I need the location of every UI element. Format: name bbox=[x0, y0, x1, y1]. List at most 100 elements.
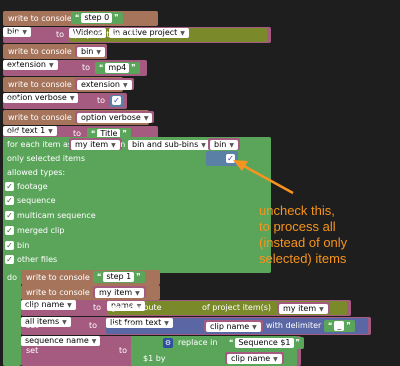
variable-slot[interactable]: clip name ▼ bbox=[225, 352, 284, 364]
string-slot[interactable]: ❝ step 1 ❞ bbox=[93, 271, 145, 283]
text-field[interactable]: step 1 bbox=[103, 272, 135, 282]
to-label: to bbox=[89, 321, 98, 330]
only-selected-checkbox[interactable]: ✓ bbox=[226, 154, 235, 163]
chevron-down-icon: ▼ bbox=[201, 142, 206, 149]
text-field[interactable]: Sequence $1 bbox=[235, 338, 294, 348]
chevron-down-icon: ▼ bbox=[135, 290, 140, 297]
set-variable-block[interactable]: set extension ▼ to ❝ mp4 ❞ bbox=[3, 60, 147, 76]
make-label: make bbox=[112, 321, 134, 330]
annotation-text: uncheck this, to process all (instead of… bbox=[259, 203, 347, 267]
variable-dropdown[interactable]: my item ▼ bbox=[71, 140, 120, 150]
merged-clip-label: merged clip bbox=[17, 226, 65, 235]
variable-slot[interactable]: my item ▼ bbox=[69, 138, 122, 150]
get-attribute-block[interactable]: get attribute name ▼ of project item(s) m… bbox=[107, 301, 347, 315]
chevron-down-icon: ▼ bbox=[22, 29, 27, 36]
chevron-down-icon: ▼ bbox=[67, 302, 72, 309]
set-variable-block[interactable]: set option verbose ▼ to ✓ bbox=[3, 93, 127, 109]
variable-dropdown[interactable]: bin ▼ bbox=[77, 47, 105, 57]
text-field[interactable]: mp4 bbox=[105, 63, 130, 73]
variable-slot[interactable]: my item ▼ bbox=[93, 286, 146, 298]
set-label: set bbox=[8, 63, 21, 72]
write-console-label: write to console bbox=[26, 273, 90, 282]
chevron-down-icon: ▼ bbox=[143, 115, 149, 122]
variable-dropdown[interactable]: bin ▼ bbox=[210, 140, 238, 150]
variable-name: bin bbox=[214, 140, 227, 149]
variable-name: my item bbox=[75, 140, 109, 149]
text-field[interactable]: step 0 bbox=[81, 13, 113, 23]
chevron-down-icon: ▼ bbox=[49, 62, 54, 69]
make-list-block[interactable]: make list from text ▼ clip name ▼ with del… bbox=[106, 318, 368, 334]
write-console-label: write to console bbox=[8, 14, 72, 23]
write-console-block[interactable]: write to console bin ▼ bbox=[3, 44, 107, 59]
mode-value: bin and sub-bins bbox=[132, 140, 199, 149]
variable-dropdown[interactable]: my item ▼ bbox=[279, 304, 328, 314]
write-console-block[interactable]: write to console ❝ step 0 ❞ bbox=[3, 11, 158, 26]
by-label: $1 by bbox=[143, 354, 166, 363]
to-label: to bbox=[93, 303, 102, 312]
set-variable-block[interactable]: set sequence name ▼ to ⚙ replace in ❝ Sequ… bbox=[21, 336, 304, 366]
variable-name: my item bbox=[99, 288, 133, 297]
chevron-down-icon: ▼ bbox=[273, 356, 278, 363]
replace-block[interactable]: ⚙ replace in ❝ Sequence $1 ❞ $1 by clip na… bbox=[131, 336, 304, 366]
chevron-down-icon: ▼ bbox=[229, 142, 234, 149]
do-label: do bbox=[7, 273, 17, 282]
variable-slot[interactable]: option verbose ▼ bbox=[75, 111, 155, 123]
variable-dropdown[interactable]: my item ▼ bbox=[95, 288, 144, 298]
string-slot[interactable]: ❝ _ ❞ bbox=[324, 320, 355, 332]
refresh-icon[interactable]: ⟳ bbox=[129, 28, 138, 39]
string-slot[interactable]: ❝ Sequence $1 ❞ bbox=[225, 337, 304, 349]
project-item-block[interactable]: project item ⟳ \Videos in active project… bbox=[69, 28, 267, 42]
boolean-slot[interactable]: ✓ bbox=[110, 95, 124, 107]
chevron-down-icon: ▼ bbox=[91, 338, 97, 345]
variable-name: clip name bbox=[210, 322, 250, 331]
quote-icon: ❞ bbox=[346, 321, 351, 330]
sequence-checkbox[interactable]: ✓ bbox=[5, 196, 14, 205]
variable-slot[interactable]: bin ▼ bbox=[75, 45, 107, 57]
replace-in-label: replace in bbox=[178, 338, 218, 347]
variable-dropdown[interactable]: option verbose ▼ bbox=[77, 113, 153, 123]
quote-icon: ❞ bbox=[131, 63, 136, 72]
write-console-block[interactable]: write to console ❝ step 1 ❞ bbox=[21, 270, 160, 285]
checkbox-checked-icon[interactable]: ✓ bbox=[112, 96, 121, 105]
variable-dropdown[interactable]: clip name ▼ bbox=[227, 354, 282, 364]
to-label: to bbox=[97, 96, 106, 105]
settings-icon[interactable]: ⚙ bbox=[163, 338, 173, 348]
write-console-block[interactable]: write to console my item ▼ bbox=[21, 285, 160, 300]
multicam-sequence-checkbox[interactable]: ✓ bbox=[5, 211, 14, 220]
set-variable-block[interactable]: set bin ▼ to project item ⟳ \Videos in ac… bbox=[3, 27, 271, 43]
chevron-down-icon: ▼ bbox=[96, 49, 101, 56]
variable-slot[interactable]: my item ▼ bbox=[277, 302, 330, 314]
variable-slot[interactable]: bin ▼ bbox=[208, 138, 240, 150]
annotation-line: uncheck this, bbox=[259, 203, 335, 218]
variable-slot[interactable]: clip name ▼ bbox=[204, 320, 263, 332]
bin-checkbox[interactable]: ✓ bbox=[5, 241, 14, 250]
merged-clip-checkbox[interactable]: ✓ bbox=[5, 226, 14, 235]
string-slot[interactable]: ❝ mp4 ❞ bbox=[95, 62, 140, 74]
to-label: to bbox=[119, 346, 128, 355]
annotation-line: to process all bbox=[259, 219, 336, 234]
chevron-down-icon: ▼ bbox=[111, 142, 116, 149]
write-console-block[interactable]: write to console option verbose ▼ bbox=[3, 110, 155, 125]
mode-dropdown[interactable]: bin and sub-bins ▼ bbox=[128, 140, 210, 150]
other-files-checkbox[interactable]: ✓ bbox=[5, 255, 14, 264]
scope-value: in active project bbox=[112, 28, 178, 37]
write-console-label: write to console bbox=[26, 288, 90, 297]
for-each-block[interactable]: for each item as my item ▼ in bin and sub… bbox=[3, 137, 271, 273]
set-variable-block[interactable]: set all items ▼ to make list from text ▼ c… bbox=[21, 317, 371, 335]
chevron-down-icon: ▼ bbox=[69, 95, 75, 102]
write-console-block[interactable]: write to console extension ▼ bbox=[3, 77, 134, 92]
text-field[interactable]: _ bbox=[334, 321, 345, 331]
set-variable-block[interactable]: set clip name ▼ to get attribute name ▼ of… bbox=[21, 300, 351, 316]
variable-slot[interactable]: extension ▼ bbox=[75, 78, 134, 90]
variable-name: option verbose bbox=[81, 113, 141, 122]
of-label: of project item(s) bbox=[202, 303, 272, 312]
set-label: set bbox=[8, 96, 21, 105]
multicam-sequence-label: multicam sequence bbox=[17, 211, 96, 220]
allowed-types-label: allowed types: bbox=[7, 168, 66, 177]
footage-checkbox[interactable]: ✓ bbox=[5, 182, 14, 191]
project-item-label: project item bbox=[74, 30, 123, 39]
variable-dropdown[interactable]: clip name ▼ bbox=[206, 322, 261, 332]
variable-dropdown[interactable]: extension ▼ bbox=[77, 80, 132, 90]
string-slot[interactable]: ❝ step 0 ❞ bbox=[71, 12, 123, 24]
chevron-down-icon: ▼ bbox=[319, 306, 324, 313]
